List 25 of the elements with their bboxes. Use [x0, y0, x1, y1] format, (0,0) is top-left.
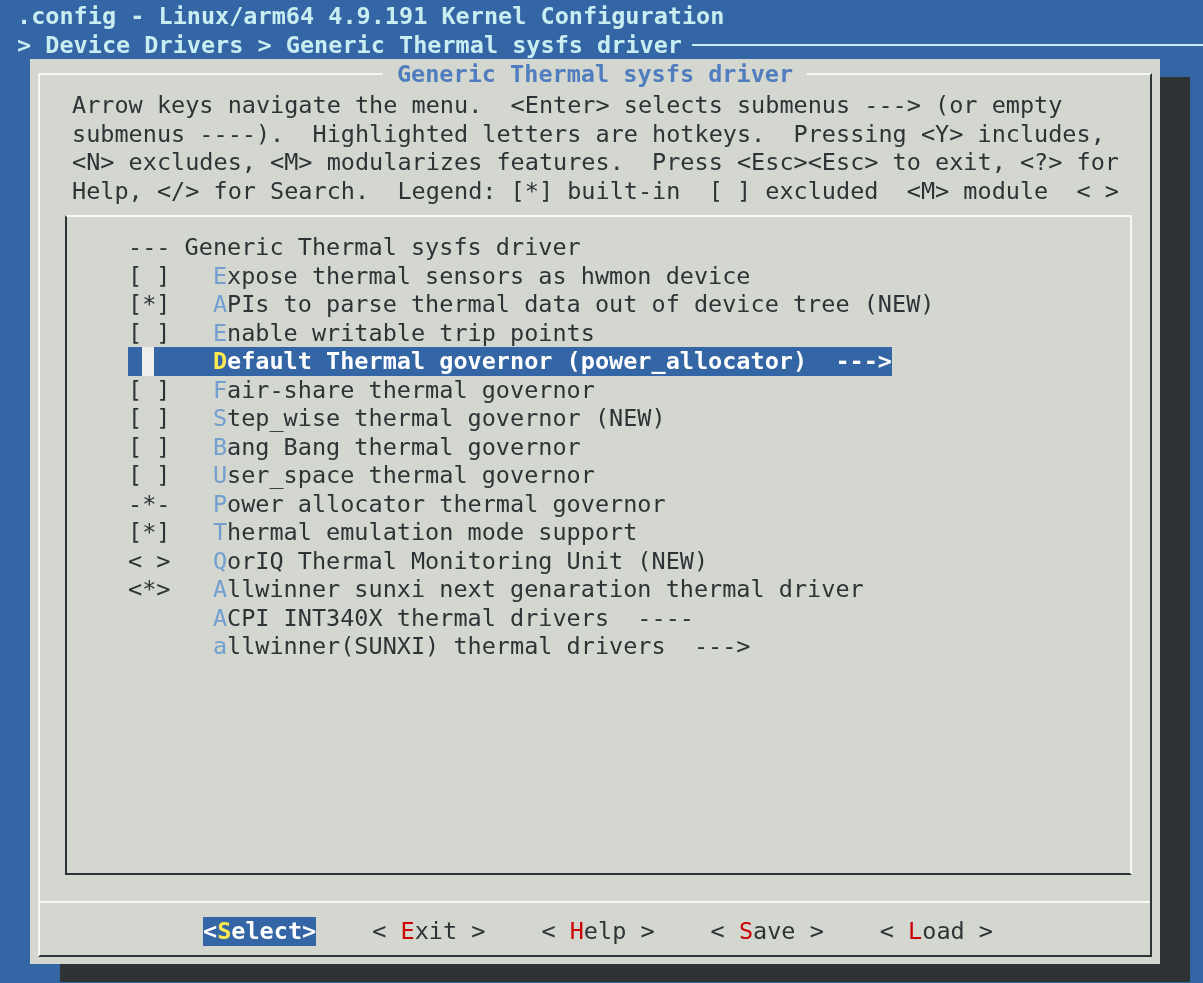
dialog-button[interactable]: < Load >	[879, 917, 993, 946]
menu-item[interactable]: ACPI INT340X thermal drivers ----	[128, 603, 694, 632]
menu-comment[interactable]: --- Generic Thermal sysfs driver	[128, 233, 581, 262]
dialog-button[interactable]: < Exit >	[372, 917, 486, 946]
menu-item[interactable]: Default Thermal governor (power_allocator) --->	[128, 347, 892, 376]
menu-item[interactable]: -*- Power allocator thermal governor	[128, 489, 666, 518]
menu-item[interactable]: [ ] Fair-share thermal governor	[128, 375, 595, 404]
menu-item[interactable]: [ ] Expose thermal sensors as hwmon device	[128, 261, 751, 290]
menu-item[interactable]: [ ] User_space thermal governor	[128, 461, 595, 490]
dialog-button[interactable]: < Save >	[710, 917, 824, 946]
menu-item[interactable]: [ ] Bang Bang thermal governor	[128, 432, 581, 461]
menu-item[interactable]: [*] APIs to parse thermal data out of device tree (NEW)	[128, 290, 935, 319]
window-title: .config - Linux/arm64 4.9.191 Kernel Configuration	[17, 2, 725, 31]
breadcrumb: > Device Drivers > Generic Thermal sysfs driver	[17, 30, 682, 59]
dialog-title: Generic Thermal sysfs driver	[382, 60, 808, 89]
text-cursor	[142, 347, 155, 376]
help-text: Arrow keys navigate the menu. <Enter> selects submenus ---> (or empty submenus ----). Highlighted letters are hotkeys. Pressing <Y> includes, <N> excludes, <M> modularizes features. Press <Esc><Esc> to exit, <?> for Help, </> for Search. Legend: [*] built-in [ ] excluded <M> module < >	[72, 91, 1119, 205]
menu-item[interactable]: [ ] Enable writable trip points	[128, 318, 595, 347]
dialog-button[interactable]: <Select>	[203, 917, 317, 946]
menu-item[interactable]: [ ] Step_wise thermal governor (NEW)	[128, 404, 666, 433]
dialog-button[interactable]: < Help >	[541, 917, 655, 946]
menu-item[interactable]: < > QorIQ Thermal Monitoring Unit (NEW)	[128, 546, 709, 575]
menu-item[interactable]: <*> Allwinner sunxi next genaration thermal driver	[128, 575, 864, 604]
menu-item[interactable]: [*] Thermal emulation mode support	[128, 518, 638, 547]
menu-item[interactable]: allwinner(SUNXI) thermal drivers --->	[128, 632, 751, 661]
